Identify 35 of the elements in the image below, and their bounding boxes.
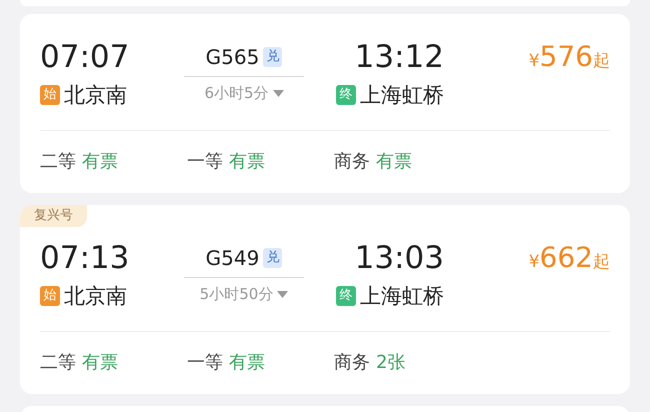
- ticket-availability: 有票: [82, 150, 118, 174]
- caret-icon: [272, 90, 284, 96]
- seat-class: 商务: [334, 351, 370, 375]
- seat-class: 一等: [187, 351, 223, 375]
- exchange-badge: 兑: [263, 47, 282, 67]
- ticket-availability: 有票: [229, 351, 265, 375]
- departure-time: 07:07: [40, 40, 130, 74]
- train-card[interactable]: 07:07 始 北京南 G565 兑 6小时5分 13:12 终 上海虹桥 ¥576起 二等 有票 一等 有票 商务 有票: [20, 14, 630, 193]
- departure-station: 北京南: [64, 82, 127, 108]
- ticket-availability: 有票: [376, 150, 412, 174]
- arrival-time: 13:12: [354, 40, 444, 74]
- departure-station: 北京南: [64, 283, 127, 309]
- train-number: G549: [206, 245, 260, 272]
- seat-class: 二等: [40, 150, 76, 174]
- arrival-station: 上海虹桥: [360, 283, 444, 309]
- arrival-station: 上海虹桥: [360, 82, 444, 108]
- seat-class: 一等: [187, 150, 223, 174]
- end-badge: 终: [336, 286, 356, 306]
- ticket-availability: 有票: [82, 351, 118, 375]
- seat-class: 商务: [334, 150, 370, 174]
- start-badge: 始: [40, 286, 60, 306]
- ticket-availability: 2张: [376, 351, 406, 375]
- exchange-badge: 兑: [263, 248, 282, 268]
- train-card[interactable]: 复兴号 07:13 始 北京南 G549 兑 5小时50分 13:03 终 上海虹桥 ¥662起 二等 有票 一等 有票 商务 2张: [20, 205, 630, 394]
- train-number: G565: [206, 44, 260, 71]
- ticket-availability: 有票: [229, 150, 265, 174]
- train-type-tag: 复兴号: [20, 205, 87, 227]
- arrival-time: 13:03: [354, 241, 444, 275]
- seat-class: 二等: [40, 351, 76, 375]
- caret-icon: [277, 290, 288, 298]
- price: ¥662起: [528, 241, 610, 276]
- end-badge: 终: [336, 85, 356, 105]
- departure-time: 07:13: [40, 241, 130, 275]
- start-badge: 始: [40, 85, 60, 105]
- price: ¥576起: [528, 40, 610, 74]
